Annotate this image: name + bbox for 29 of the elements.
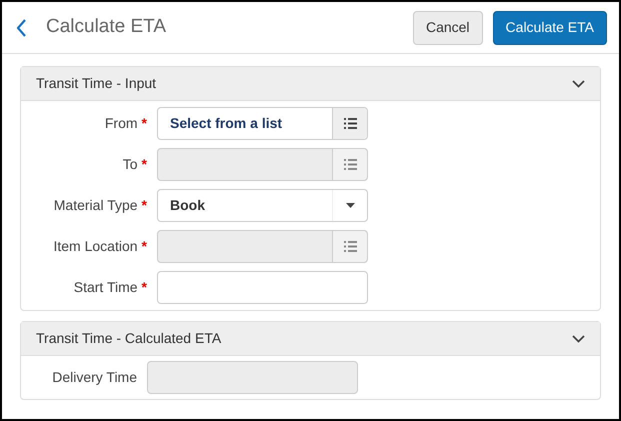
field-label: Delivery Time: [52, 368, 137, 387]
list-button[interactable]: [332, 108, 367, 139]
caret-icon: [346, 203, 354, 208]
required-mark: *: [142, 278, 147, 297]
list-icon: [344, 118, 356, 129]
section-header[interactable]: Transit Time - Calculated ETA: [21, 322, 600, 356]
page-title: Calculate ETA: [46, 15, 166, 40]
chevron-icon[interactable]: [572, 80, 585, 88]
section-header[interactable]: Transit Time - Input: [21, 67, 600, 101]
back-icon: [17, 18, 27, 36]
section-title: Transit Time - Calculated ETA: [36, 329, 222, 348]
field-label: To: [122, 155, 138, 174]
chevron-icon[interactable]: [572, 334, 585, 342]
field-label: Material Type: [54, 196, 138, 215]
required-mark: *: [142, 114, 147, 133]
list-picker-field[interactable]: Select from a list: [157, 107, 368, 140]
cancel-button[interactable]: Cancel: [412, 10, 483, 44]
required-mark: *: [142, 237, 147, 256]
field-label: Item Location: [53, 237, 138, 256]
required-mark: *: [142, 155, 147, 174]
required-mark: *: [142, 196, 147, 215]
input-field[interactable]: [157, 271, 368, 304]
calculate-button[interactable]: Calculate ETA: [492, 10, 607, 44]
field-label: From: [104, 114, 138, 133]
list-icon: [344, 159, 356, 170]
dropdown-field[interactable]: Book: [157, 189, 368, 222]
section-title: Transit Time - Input: [36, 74, 156, 93]
field-label: Start Time: [74, 278, 138, 297]
list-icon: [344, 241, 356, 252]
